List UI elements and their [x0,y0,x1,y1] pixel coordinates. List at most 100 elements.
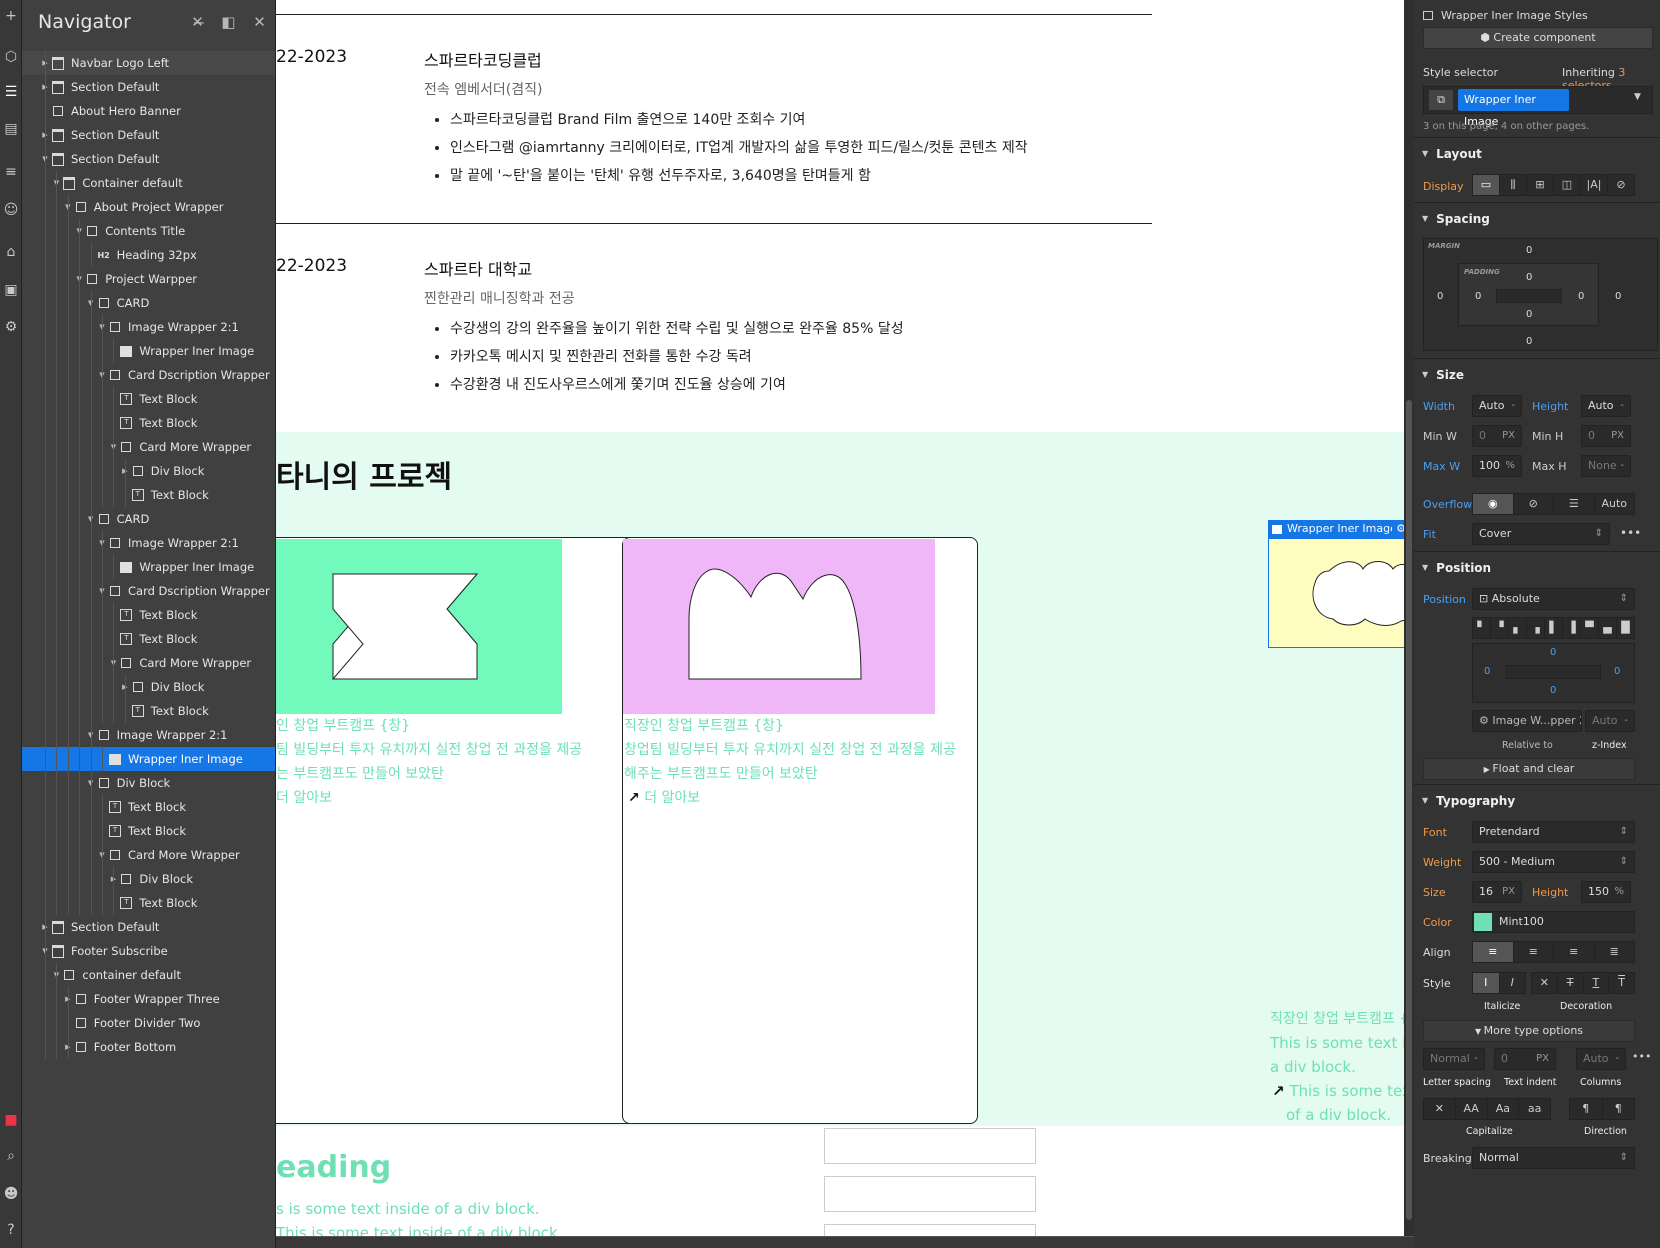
form-field[interactable] [824,1176,1036,1212]
card-more-link[interactable]: ↗ 더 알아보 [628,786,700,810]
navigator-item[interactable]: ▼Card More Wrapper [22,435,275,459]
padding-bottom[interactable]: 0 [1526,309,1532,320]
chevron-down-icon[interactable]: ▼ [1634,92,1641,102]
navigator-item[interactable]: Footer Divider Two [22,1011,275,1035]
col3-more-link[interactable]: ↗ This is some text inside [1272,1079,1404,1103]
pages-icon[interactable]: ▤ [0,117,22,141]
navigator-item[interactable]: ▼CARD [22,507,275,531]
z-index-unit[interactable]: - [1624,711,1628,731]
columns-input[interactable]: Auto - [1576,1048,1626,1070]
text-align-options[interactable]: ≡ ≡ ≡ ≣ [1472,941,1635,963]
navigator-item[interactable]: ▼Div Block [22,771,275,795]
z-index-input[interactable]: Auto - [1585,710,1635,732]
navigator-item[interactable]: About Hero Banner [22,99,275,123]
margin-left[interactable]: 0 [1437,291,1443,302]
overline-icon[interactable]: T [1609,973,1634,993]
height-unit[interactable]: - [1620,396,1624,416]
navigator-item[interactable]: ▶Navbar Logo Left [22,51,275,75]
margin-top[interactable]: 0 [1526,245,1532,256]
min-height-unit[interactable]: PX [1611,426,1624,446]
layout-section-header[interactable]: ▼ Layout [1414,137,1660,169]
navigator-item[interactable]: Wrapper Iner Image [22,339,275,363]
font-size-input[interactable]: 16 PX [1472,881,1522,903]
letter-spacing-input[interactable]: Normal - [1423,1048,1485,1070]
text-indent-input[interactable]: 0 PX [1494,1048,1556,1070]
navigator-item[interactable]: ▼Project Warpper [22,267,275,291]
navigator-item[interactable]: Text Block [22,411,275,435]
display-options[interactable]: ▭ ⫼ ⊞ ◫ |A| ⊘ [1472,174,1635,196]
font-size-unit[interactable]: PX [1502,882,1515,902]
color-input[interactable]: Mint100 [1472,911,1635,933]
selector-chip[interactable]: Wrapper Iner Image [1458,89,1569,128]
navigator-item[interactable]: ▶Div Block [22,867,275,891]
preset-bottom-left-icon[interactable]: ▖ [1509,618,1527,638]
direction-options[interactable]: ¶ ¶ [1569,1098,1635,1120]
regular-icon[interactable]: I [1473,973,1500,993]
display-grid-icon[interactable]: ⊞ [1527,175,1554,195]
navigator-item[interactable]: H2 Heading 32px [22,243,275,267]
relative-to-select[interactable]: ⚙ Image W...pper 2: [1472,710,1582,732]
italic-options[interactable]: I I [1472,972,1526,994]
navigator-item[interactable]: Text Block [22,483,275,507]
navigator-item[interactable]: Text Block [22,795,275,819]
typography-section-header[interactable]: ▼ Typography [1414,784,1660,816]
navigator-item[interactable]: ▼Section Default [22,147,275,171]
position-left[interactable]: 0 [1484,666,1490,677]
max-width-unit[interactable]: % [1505,456,1515,476]
align-right-icon[interactable]: ≡ [1554,942,1595,962]
navigator-item[interactable]: Wrapper Iner Image [22,747,275,771]
overflow-auto-option[interactable]: Auto [1595,494,1635,514]
min-width-input[interactable]: 0 PX [1472,425,1522,447]
color-swatch[interactable] [1474,913,1492,931]
navigator-item[interactable]: ▼Image Wrapper 2:1 [22,315,275,339]
navigator-item[interactable]: Text Block [22,819,275,843]
lowercase-option[interactable]: aa [1519,1099,1550,1119]
weight-select[interactable]: 500 - Medium ⇕ [1472,851,1635,873]
min-height-input[interactable]: 0 PX [1581,425,1631,447]
float-and-clear-button[interactable]: ▶ Float and clear [1423,758,1635,780]
assets-icon[interactable]: ▣ [0,278,22,302]
navigator-item[interactable]: ▼CARD [22,291,275,315]
align-justify-icon[interactable]: ≣ [1595,942,1635,962]
strikethrough-icon[interactable]: T [1558,973,1584,993]
more-icon[interactable]: ••• [1632,1050,1651,1063]
navigator-item[interactable]: ▼Image Wrapper 2:1 [22,723,275,747]
display-inline-block-icon[interactable]: ◫ [1554,175,1581,195]
record-icon[interactable]: ■ [0,1108,22,1132]
max-height-input[interactable]: None - [1581,455,1631,477]
preset-right-icon[interactable]: ▐ [1563,618,1581,638]
design-canvas[interactable]: 22-2023 스파르타코딩클럽 전속 엠베서더(겸직) 스파르타코딩클럽 Br… [276,0,1404,1236]
navigator-item[interactable]: ▼Card Dscription Wrapper [22,363,275,387]
navigator-item[interactable]: ▶Div Block [22,459,275,483]
line-height-unit[interactable]: % [1614,882,1624,902]
display-block-icon[interactable]: ▭ [1473,175,1500,195]
position-presets[interactable]: ▘ ▝ ▖ ▗ ▌ ▐ ▀ ▄ █ [1472,617,1635,639]
fit-select[interactable]: Cover ⇕ [1472,523,1610,545]
spacing-section-header[interactable]: ▼ Spacing [1414,202,1660,234]
navigator-item[interactable]: ▼container default [22,963,275,987]
text-indent-unit[interactable]: PX [1536,1049,1549,1069]
underline-icon[interactable]: T [1584,973,1610,993]
capitalize-options[interactable]: ✕ AA Aa aa [1423,1098,1551,1120]
preset-full-icon[interactable]: █ [1617,618,1634,638]
max-height-unit[interactable]: - [1620,456,1624,476]
navigator-item[interactable]: ▶Section Default [22,75,275,99]
overflow-options[interactable]: ◉ ⊘ ☰ Auto [1472,493,1635,515]
no-decoration-icon[interactable]: ✕ [1532,973,1558,993]
navigator-icon[interactable]: ☰ [0,80,22,104]
dock-icon[interactable]: ◧ [213,13,244,31]
padding-right[interactable]: 0 [1578,291,1584,302]
navigator-item[interactable]: Text Block [22,699,275,723]
canvas-scrollbar-thumb[interactable] [1406,400,1412,1220]
ecommerce-icon[interactable]: ⌂ [0,240,22,264]
position-right[interactable]: 0 [1614,666,1620,677]
navigator-item[interactable]: ▶Div Block [22,675,275,699]
element-settings-icon[interactable]: ⚙ [1392,520,1404,538]
overflow-hidden-icon[interactable]: ⊘ [1514,494,1554,514]
settings-icon[interactable]: ⚙ [0,315,22,339]
uppercase-option[interactable]: AA [1456,1099,1488,1119]
navigator-item[interactable]: Wrapper Iner Image [22,555,275,579]
decoration-options[interactable]: ✕ T T T [1531,972,1635,994]
navigator-item[interactable]: ▼Card More Wrapper [22,651,275,675]
min-width-unit[interactable]: PX [1502,426,1515,446]
